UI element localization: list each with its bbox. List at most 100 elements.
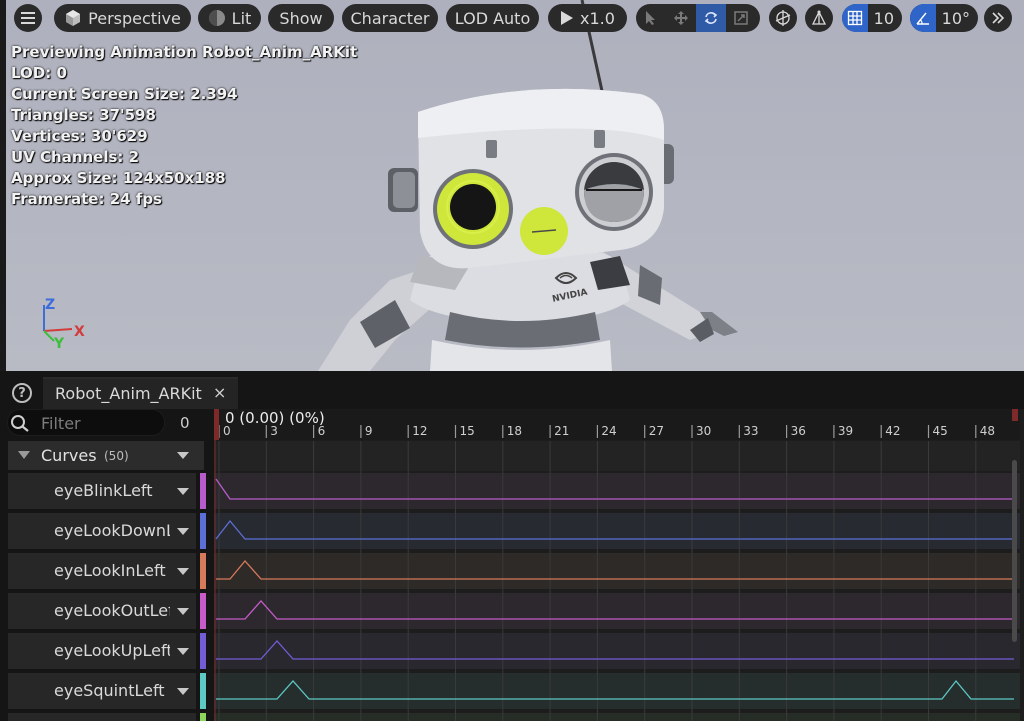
ruler-tick-label: 18: [507, 424, 522, 438]
curve-color-swatch: [200, 713, 206, 721]
rotate-tool-button[interactable]: [696, 4, 726, 32]
more-options-button[interactable]: [984, 4, 1012, 32]
stat-triangles: Triangles: 37'598: [11, 106, 156, 124]
scale-tool-button[interactable]: [726, 4, 756, 32]
end-range-marker[interactable]: [1012, 409, 1018, 421]
curve-tracks: 0 3 6 9 12 15 18 21 24 27 30 33 36 39 42 45 48: [214, 424, 1020, 721]
gizmo-x-label: X: [74, 324, 85, 340]
curve-row-eyesquintleft[interactable]: eyeSquintLeft: [8, 673, 196, 709]
stat-screen-size: Current Screen Size: 2.394: [11, 85, 238, 103]
show-button[interactable]: Show: [268, 4, 334, 32]
world-axis-icon: [775, 10, 791, 26]
curve-color-swatch: [200, 593, 206, 629]
curve-row-eyelookinleft[interactable]: eyeLookInLeft: [8, 553, 196, 589]
playhead-marker[interactable]: [214, 409, 219, 440]
play-icon: [561, 11, 574, 25]
translate-tool-button[interactable]: [666, 4, 696, 32]
scale-icon: [734, 11, 748, 25]
rotate-icon: [704, 12, 718, 24]
curve-name: eyeLookOutLeft: [54, 601, 170, 620]
3d-viewport[interactable]: NVIDIA Perspective Lit Show Character LO…: [0, 0, 1024, 371]
rotation-snap-control[interactable]: 10°: [910, 4, 978, 32]
animation-editor: NVIDIA Perspective Lit Show Character LO…: [0, 0, 1024, 721]
ruler-ticks: 0 3 6 9 12 15 18 21 24 27 30 33 36 39 42 45 48: [218, 424, 995, 438]
chevron-down-icon[interactable]: [177, 452, 189, 459]
rotation-snap-value[interactable]: 10°: [936, 4, 978, 32]
filter-input[interactable]: [41, 412, 161, 434]
grid-snap-value[interactable]: 10: [868, 4, 902, 32]
curve-color-swatch: [200, 513, 206, 549]
transform-tools-group: [636, 4, 760, 32]
lod-label: LOD Auto: [454, 8, 531, 28]
angle-icon: [916, 12, 929, 25]
hamburger-icon: [21, 12, 35, 24]
select-tool-button[interactable]: [636, 4, 666, 32]
viewport-menu-button[interactable]: [14, 4, 42, 32]
current-time-readout: 0 (0.00) (0%): [225, 409, 325, 427]
chevron-down-icon[interactable]: [177, 488, 189, 495]
lit-button[interactable]: Lit: [198, 4, 261, 32]
curve-row-eyelookupleft[interactable]: eyeLookUpLeft: [8, 633, 196, 669]
ruler-tick-label: 12: [412, 424, 427, 438]
close-icon[interactable]: ×: [213, 383, 226, 402]
curve-color-swatch: [200, 553, 206, 589]
filter-count: 0: [180, 414, 190, 432]
grid-icon: [847, 10, 862, 26]
chevron-down-icon[interactable]: [177, 528, 189, 535]
select-icon: [646, 11, 655, 25]
ruler-tick-label: 24: [601, 424, 616, 438]
expand-arrow-icon[interactable]: [18, 451, 30, 459]
chevron-down-icon[interactable]: [177, 568, 189, 575]
ruler-tick-label: 39: [838, 424, 853, 438]
play-speed-label: x1.0: [580, 8, 615, 28]
translate-icon: [674, 11, 688, 25]
curve-name: eyeSquintLeft: [54, 681, 165, 700]
ruler-tick-label: 42: [885, 424, 900, 438]
search-icon: [11, 415, 29, 432]
tab-label: Robot_Anim_ARKit: [55, 384, 202, 403]
ruler-tick-label: 9: [365, 424, 373, 438]
grid-snap-control[interactable]: 10: [842, 4, 902, 32]
play-speed-button[interactable]: x1.0: [548, 4, 627, 32]
cube-icon: [66, 10, 81, 26]
curve-row-eyeblinkleft[interactable]: eyeBlinkLeft: [8, 473, 196, 509]
track-scrollbar[interactable]: [1012, 460, 1017, 642]
chevron-down-icon[interactable]: [177, 688, 189, 695]
ruler-tick-label: 48: [980, 424, 995, 438]
ruler-tick-label: 15: [460, 424, 475, 438]
tab-robot-anim-arkit[interactable]: Robot_Anim_ARKit ×: [43, 377, 238, 409]
ruler-tick-label: 36: [791, 424, 806, 438]
show-label: Show: [279, 8, 323, 28]
rotation-snap-toggle[interactable]: [910, 4, 936, 32]
ruler-tick-label: 27: [649, 424, 664, 438]
lod-button[interactable]: LOD Auto: [446, 4, 539, 32]
world-local-button[interactable]: [769, 4, 797, 32]
chevron-down-icon[interactable]: [177, 648, 189, 655]
stat-lod: LOD: 0: [11, 64, 67, 82]
curve-name: eyeLookUpLeft: [54, 641, 170, 660]
gizmo-z-label: Z: [45, 297, 55, 313]
curve-row-eyelookdownleft[interactable]: eyeLookDownLeft: [8, 513, 196, 549]
character-button[interactable]: Character: [342, 4, 438, 32]
stat-vertices: Vertices: 30'629: [11, 127, 148, 145]
curve-row-eyelookoutleft[interactable]: eyeLookOutLeft: [8, 593, 196, 629]
curve-color-swatch: [200, 673, 206, 709]
curve-color-swatch: [200, 473, 206, 509]
ruler-tick-label: 33: [743, 424, 758, 438]
help-icon[interactable]: ?: [12, 383, 32, 403]
perspective-label: Perspective: [88, 8, 181, 28]
grid-snap-toggle[interactable]: [842, 4, 868, 32]
curve-row-next[interactable]: [8, 713, 196, 721]
surface-snap-button[interactable]: [805, 4, 833, 32]
ruler-tick-label: 30: [696, 424, 711, 438]
lit-label: Lit: [231, 8, 252, 28]
curves-group-count: (50): [104, 449, 129, 463]
viewport-stats-overlay: Previewing Animation Robot_Anim_ARKit LO…: [11, 42, 357, 210]
surface-snap-icon: [811, 10, 827, 25]
ruler-tick-label: 21: [554, 424, 569, 438]
stat-approx-size: Approx Size: 124x50x188: [11, 169, 226, 187]
perspective-button[interactable]: Perspective: [54, 4, 191, 32]
chevron-down-icon[interactable]: [177, 608, 189, 615]
ruler-tick-label: 45: [933, 424, 948, 438]
viewport-frame-edge: [0, 0, 6, 371]
